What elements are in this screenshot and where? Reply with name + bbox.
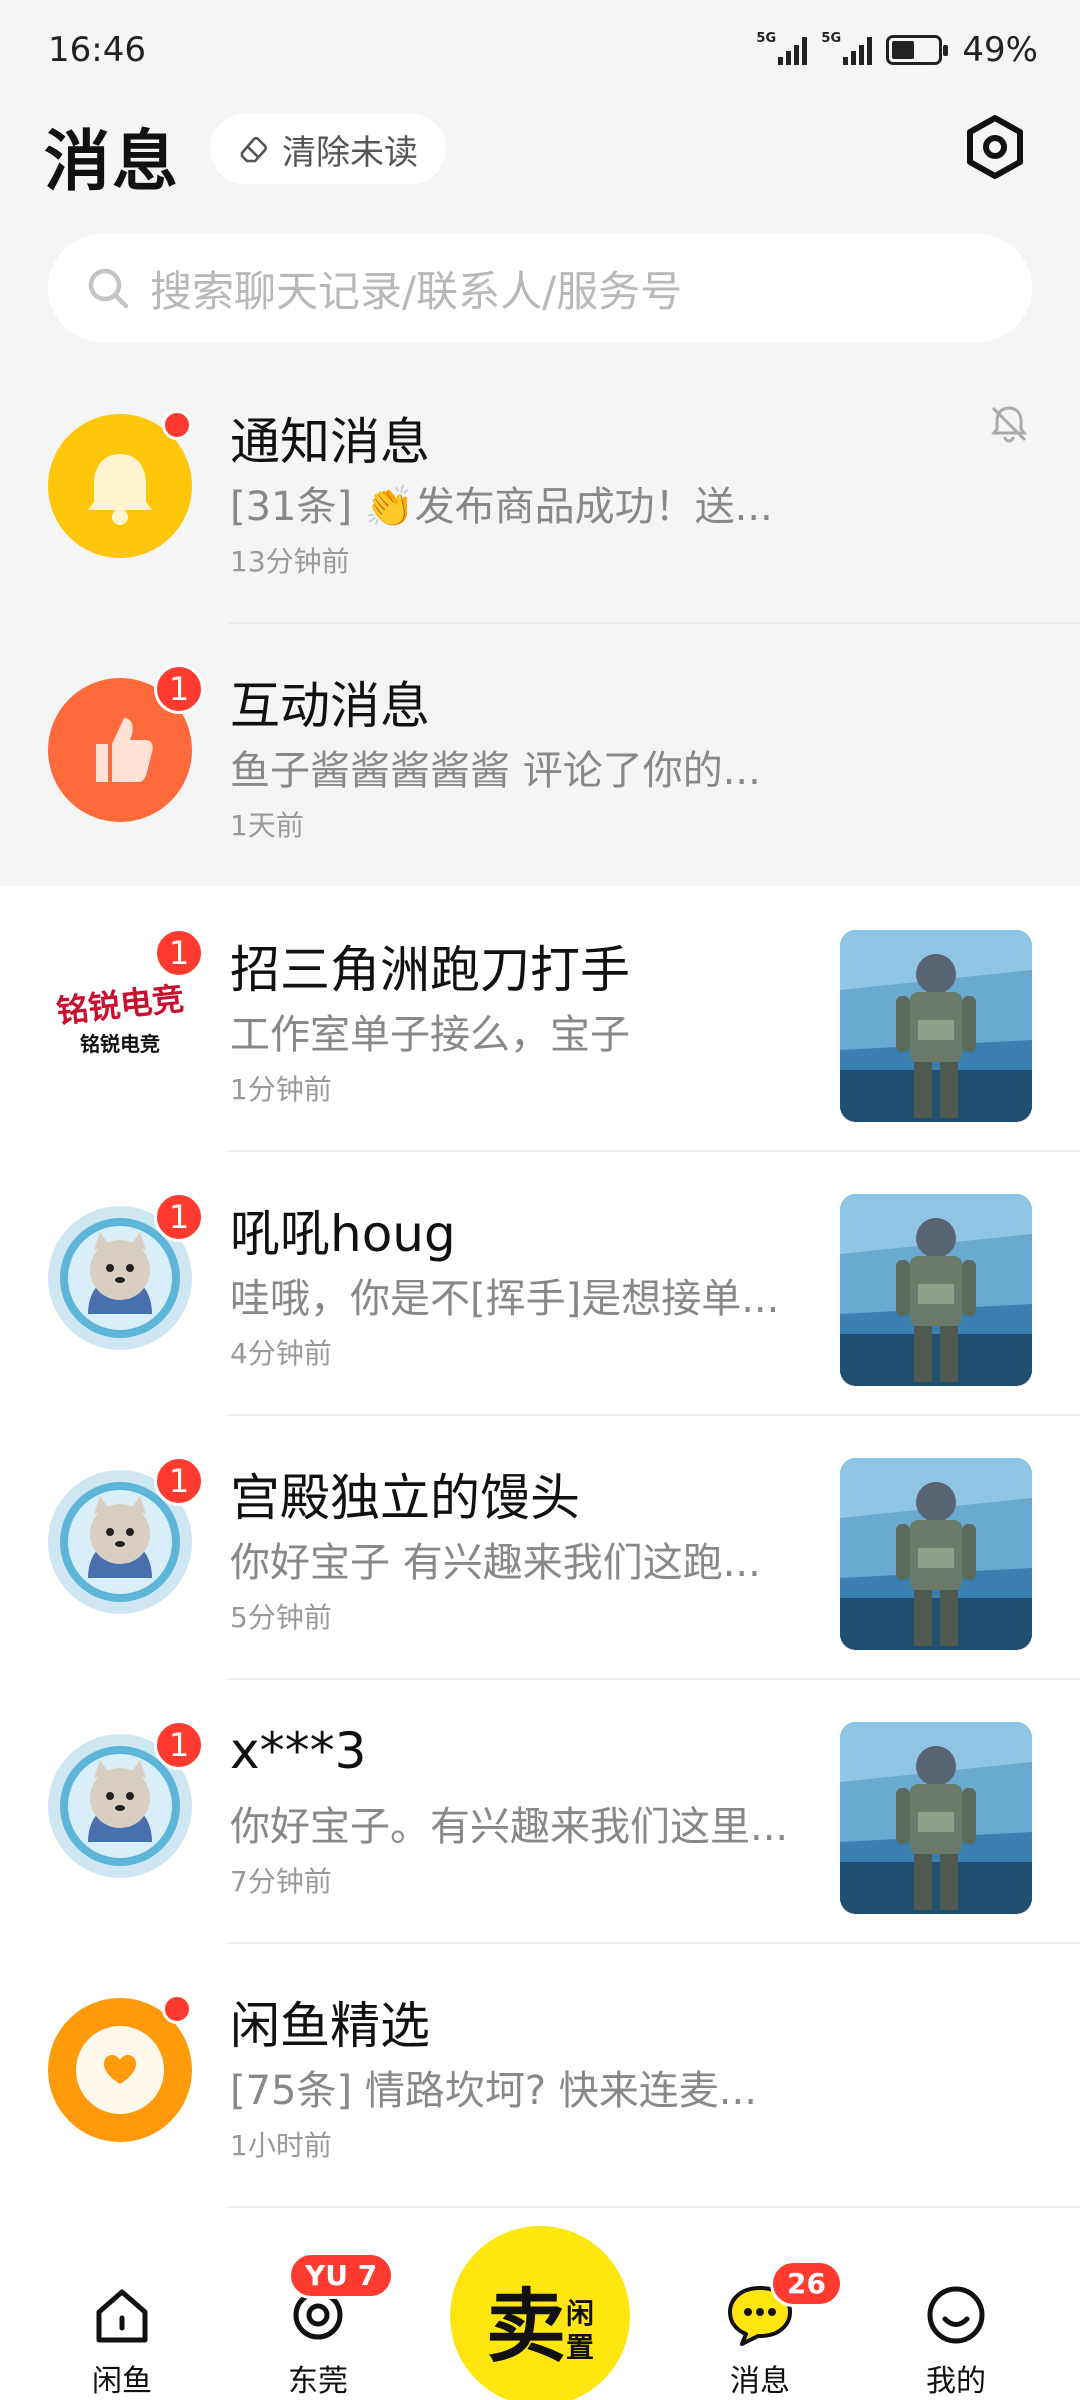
conversation-message: 哇哦，你是不[挥手]是想接单... — [230, 1276, 780, 1322]
item-thumbnail[interactable] — [840, 1194, 1032, 1386]
status-time: 16:46 — [48, 30, 146, 70]
soldier-image — [840, 1722, 1032, 1914]
conversation-time: 1分钟前 — [230, 1073, 332, 1106]
unread-badge: 1 — [154, 1720, 204, 1770]
conversation-row[interactable]: 1 x***3 你好宝子。有兴趣来我们这里... 7分钟前 — [0, 1680, 1080, 1944]
smile-icon — [927, 2286, 985, 2344]
conversation-time: 1天前 — [230, 809, 304, 842]
conversation-featured[interactable]: 闲鱼精选 [75条] 情路坎坷? 快来连麦... 1小时前 — [0, 1944, 1080, 2208]
sell-label: 卖 — [486, 2280, 566, 2373]
nav-me-label: 我的 — [926, 2364, 986, 2399]
conversation-row[interactable]: 铭锐电竞 铭锐电竞 1 招三角洲跑刀打手 工作室单子接么，宝子 1分钟前 — [0, 888, 1080, 1152]
nav-home-label: 闲鱼 — [92, 2364, 152, 2399]
mute-bell-icon — [991, 406, 1027, 443]
settings-icon[interactable] — [962, 114, 1028, 180]
status-bar: 16:46 5G 5G 49% — [0, 0, 1080, 100]
bottom-nav: 闲鱼 东莞 YU 7 卖 闲 置 消息 26 我的 — [0, 2226, 1080, 2400]
conversation-title: 宫殿独立的馒头 — [230, 1469, 580, 1527]
conversation-title: 通知消息 — [230, 413, 430, 471]
battery-level: 49% — [962, 30, 1038, 70]
unread-dot — [162, 410, 192, 440]
clear-unread-button[interactable]: 清除未读 — [210, 114, 446, 184]
conversation-time: 1小时前 — [230, 2129, 332, 2162]
search-icon — [88, 268, 129, 309]
unread-badge: 1 — [154, 1192, 204, 1242]
unread-dot — [162, 1994, 192, 2024]
soldier-image — [840, 1194, 1032, 1386]
nav-messages-label: 消息 — [730, 2364, 790, 2399]
home-icon — [96, 2289, 148, 2343]
divider — [228, 2206, 1080, 2208]
signal-icon: 5G — [756, 31, 808, 65]
battery-icon — [886, 35, 949, 65]
search-bar[interactable]: 搜索聊天记录/联系人/服务号 — [48, 234, 1032, 342]
conversation-time: 5分钟前 — [230, 1601, 332, 1634]
conversation-message: [31条] 👏发布商品成功！送... — [230, 484, 773, 530]
conversation-time: 7分钟前 — [230, 1865, 332, 1898]
conversation-row[interactable]: 1 吼吼houg 哇哦，你是不[挥手]是想接单... 4分钟前 — [0, 1152, 1080, 1416]
page-title: 消息 — [44, 123, 180, 200]
nav-city[interactable]: 东莞 — [258, 2282, 378, 2400]
soldier-image — [840, 930, 1032, 1122]
conversation-time: 4分钟前 — [230, 1337, 332, 1370]
conversation-interactions[interactable]: 1 互动消息 鱼子酱酱酱酱酱 评论了你的... 1天前 — [0, 624, 1080, 888]
nav-me[interactable]: 我的 — [896, 2282, 1016, 2400]
conversation-message: 工作室单子接么，宝子 — [230, 1012, 630, 1058]
unread-badge: 1 — [154, 664, 204, 714]
messages-badge: 26 — [770, 2260, 843, 2307]
sell-button[interactable]: 卖 闲 置 — [450, 2226, 630, 2400]
status-indicators: 5G 5G 49% — [756, 30, 1038, 70]
conversation-notifications[interactable]: 通知消息 [31条] 👏发布商品成功！送... 13分钟前 — [0, 360, 1080, 624]
conversation-message: [75条] 情路坎坷? 快来连麦... — [230, 2068, 757, 2114]
header: 消息 清除未读 — [0, 100, 1080, 200]
conversation-title: 互动消息 — [230, 677, 430, 735]
item-thumbnail[interactable] — [840, 1458, 1032, 1650]
eraser-icon — [240, 136, 268, 163]
signal-icon: 5G — [821, 31, 873, 65]
clear-unread-label: 清除未读 — [282, 132, 418, 173]
conversation-time: 13分钟前 — [230, 545, 350, 578]
conversation-title: 招三角洲跑刀打手 — [230, 941, 630, 999]
conversation-title: 吼吼houg — [230, 1205, 456, 1263]
conversation-message: 你好宝子 有兴趣来我们这跑... — [230, 1540, 761, 1586]
unread-badge: 1 — [154, 928, 204, 978]
conversation-title: x***3 — [230, 1722, 367, 1780]
nav-city-label: 东莞 — [288, 2364, 348, 2399]
conversation-title: 闲鱼精选 — [230, 1997, 430, 2055]
search-placeholder: 搜索聊天记录/联系人/服务号 — [150, 266, 683, 316]
conversation-row[interactable]: 1 宫殿独立的馒头 你好宝子 有兴趣来我们这跑... 5分钟前 — [0, 1416, 1080, 1680]
city-badge: YU 7 — [288, 2252, 395, 2299]
item-thumbnail[interactable] — [840, 930, 1032, 1122]
soldier-image — [840, 1458, 1032, 1650]
conversation-message: 你好宝子。有兴趣来我们这里... — [230, 1804, 789, 1850]
nav-home[interactable]: 闲鱼 — [62, 2282, 182, 2400]
item-thumbnail[interactable] — [840, 1722, 1032, 1914]
unread-badge: 1 — [154, 1456, 204, 1506]
conversation-message: 鱼子酱酱酱酱酱 评论了你的... — [230, 748, 761, 794]
